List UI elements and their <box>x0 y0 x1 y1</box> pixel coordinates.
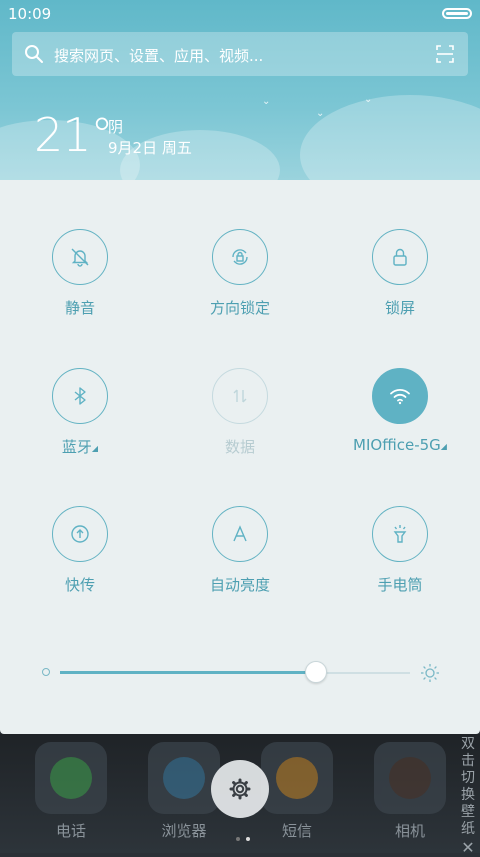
phone-app-icon[interactable] <box>35 742 107 814</box>
toggle-label: 蓝牙◢ <box>61 438 99 456</box>
toggle-mute[interactable]: 静音 <box>0 229 160 339</box>
flashlight-icon[interactable] <box>372 506 428 562</box>
toggle-lock-screen[interactable]: 锁屏 <box>320 229 480 339</box>
toggle-wifi[interactable]: MIOffice-5G◢ <box>320 368 480 478</box>
slider-fill <box>60 671 316 674</box>
transfer-icon[interactable] <box>52 506 108 562</box>
gear-icon <box>229 778 251 800</box>
page-dot-active <box>246 837 250 841</box>
app-browser[interactable]: 浏览器 <box>147 742 221 841</box>
search-bar[interactable]: 搜索网页、设置、应用、视频... <box>12 32 468 76</box>
app-phone[interactable]: 电话 <box>34 742 108 841</box>
bird-decoration: ⌄ <box>316 108 325 119</box>
bird-decoration: ⌄ <box>262 96 271 107</box>
wifi-icon[interactable] <box>372 368 428 424</box>
toggle-label: 数据 <box>224 438 255 456</box>
toggle-quick-transfer[interactable]: 快传 <box>0 506 160 616</box>
slider-thumb[interactable] <box>305 661 327 683</box>
close-icon[interactable]: ✕ <box>458 839 478 856</box>
toggle-mobile-data[interactable]: 数据 <box>160 368 320 478</box>
toggle-label: 方向锁定 <box>209 299 270 317</box>
app-camera[interactable]: 相机 <box>373 742 447 841</box>
page-dot <box>236 837 240 841</box>
app-label: 浏览器 <box>161 822 207 840</box>
mobile-data-icon[interactable] <box>212 368 268 424</box>
brightness-slider[interactable] <box>30 658 450 688</box>
expand-triangle-icon: ◢ <box>440 442 447 451</box>
weather-condition: 阴 <box>108 118 124 136</box>
weather-header: ⌄ ⌄ ⌄ 10:09 搜索网页、设置、应用、视频... 21° 阴 9月2日 … <box>0 0 480 180</box>
search-icon <box>25 45 43 63</box>
bluetooth-icon[interactable] <box>52 368 108 424</box>
toggle-label: 锁屏 <box>384 299 415 317</box>
brightness-high-icon <box>421 664 439 682</box>
expand-triangle-icon: ◢ <box>91 444 99 453</box>
toggle-label: 自动亮度 <box>209 576 270 594</box>
scan-icon[interactable] <box>436 45 454 63</box>
toggle-auto-brightness[interactable]: 自动亮度 <box>160 506 320 616</box>
settings-button[interactable] <box>211 760 269 818</box>
toggle-label: 静音 <box>64 299 95 317</box>
temperature[interactable]: 21° <box>34 108 114 162</box>
search-input[interactable]: 搜索网页、设置、应用、视频... <box>54 45 263 66</box>
toggle-flashlight[interactable]: 手电筒 <box>320 506 480 616</box>
page-indicator <box>233 826 253 845</box>
lock-icon[interactable] <box>372 229 428 285</box>
app-label: 电话 <box>55 822 86 840</box>
camera-app-icon[interactable] <box>374 742 446 814</box>
toggle-label: 快传 <box>64 576 95 594</box>
auto-brightness-icon[interactable] <box>212 506 268 562</box>
toggle-label: MIOffice-5G◢ <box>353 436 447 454</box>
app-label: 相机 <box>394 822 425 840</box>
battery-icon <box>442 8 472 19</box>
app-label: 短信 <box>281 822 312 840</box>
status-time: 10:09 <box>8 5 52 23</box>
app-messages[interactable]: 短信 <box>260 742 334 841</box>
bell-muted-icon[interactable] <box>52 229 108 285</box>
toggle-bluetooth[interactable]: 蓝牙◢ <box>0 368 160 478</box>
quick-settings-panel: 静音 方向锁定 锁屏 蓝牙◢ 数据 MIOffice-5G◢ 快传 自动亮度 手… <box>0 180 480 734</box>
brightness-low-icon <box>42 668 50 676</box>
toggle-label: 手电筒 <box>377 576 423 594</box>
bird-decoration: ⌄ <box>364 94 373 105</box>
cloud-decoration <box>300 95 480 180</box>
rotation-lock-icon[interactable] <box>212 229 268 285</box>
wallpaper-switch-hint[interactable]: 双击切换壁纸 ✕ <box>458 736 478 856</box>
hint-text: 双击切换壁纸 <box>461 736 475 837</box>
toggle-rotation-lock[interactable]: 方向锁定 <box>160 229 320 339</box>
date-label: 9月2日 周五 <box>108 139 192 157</box>
messages-app-icon[interactable] <box>261 742 333 814</box>
browser-app-icon[interactable] <box>148 742 220 814</box>
